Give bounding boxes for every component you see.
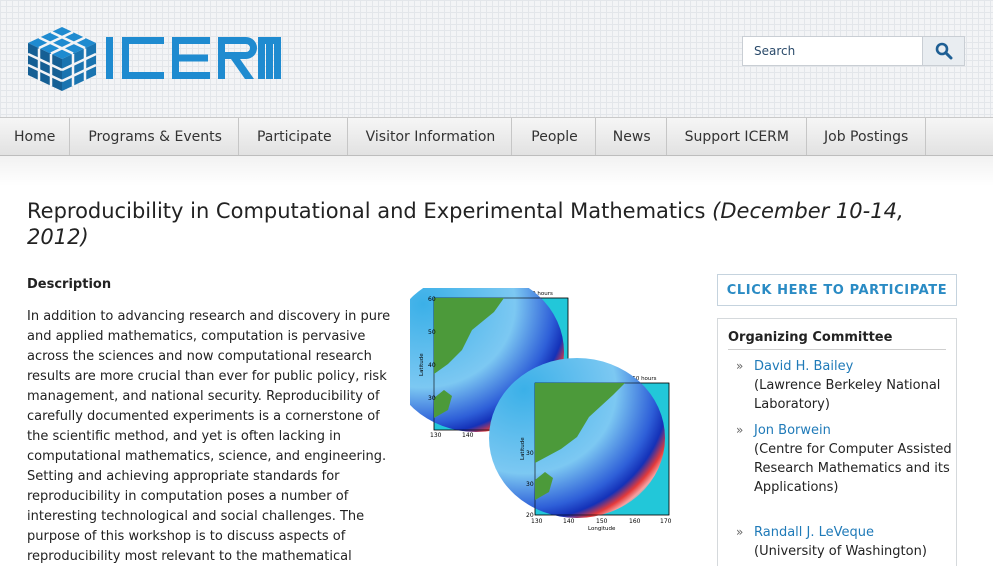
nav-item-visitor-information[interactable]: Visitor Information <box>348 118 513 155</box>
organizing-committee-panel: Organizing Committee » David H. Bailey (… <box>717 318 957 566</box>
committee-title: Organizing Committee <box>728 330 893 345</box>
chevron-right-icon: » <box>736 359 744 373</box>
search-input[interactable] <box>743 37 923 65</box>
plot-1-x-tick: 140 <box>462 432 474 439</box>
tsunami-figure: Tsunami of 11 March 2011, at 2.50 hours … <box>410 288 680 533</box>
plot-1-y-tick: 40 <box>428 362 436 369</box>
member-affiliation: (University of Washington) <box>754 544 927 559</box>
plot-2-x-tick: 160 <box>629 518 641 525</box>
plot-2-xlabel: Longitude <box>588 526 616 532</box>
member-name-link[interactable]: Jon Borwein <box>754 421 831 440</box>
plot-1-ylabel: Latitude <box>419 353 425 376</box>
plot-2-ylabel: Latitude <box>520 437 526 460</box>
plot-2-x-tick: 130 <box>531 518 543 525</box>
member-name-link[interactable]: David H. Bailey <box>754 357 853 376</box>
description-text: In addition to advancing research and di… <box>27 309 391 564</box>
member-affiliation: (Centre for Computer Assisted Research M… <box>754 442 952 495</box>
nav-item-people[interactable]: People <box>512 118 596 155</box>
description-heading: Description <box>27 277 112 292</box>
page-title: Reproducibility in Computational and Exp… <box>27 198 957 250</box>
chevron-right-icon: » <box>736 423 744 437</box>
chevron-right-icon: » <box>736 525 744 539</box>
nav-item-home[interactable]: Home <box>0 118 71 155</box>
member-affiliation: (Lawrence Berkeley National Laboratory) <box>754 378 941 412</box>
nav-item-support-icerm[interactable]: Support ICERM <box>667 118 807 155</box>
cube-logo-icon <box>27 27 97 91</box>
member-name-link[interactable]: Randall J. LeVeque <box>754 523 874 542</box>
page-title-text: Reproducibility in Computational and Exp… <box>27 199 706 223</box>
nav-item-programs-events[interactable]: Programs & Events <box>70 118 239 155</box>
tsunami-plot-2: of 11 March 2011, at 2.50 hours 30 30 20… <box>489 358 680 533</box>
plot-2-y-tick: 30 <box>526 481 534 488</box>
search-icon <box>935 42 952 60</box>
plot-1-x-tick: 130 <box>430 432 442 439</box>
nav-item-participate[interactable]: Participate <box>239 118 348 155</box>
search-button[interactable] <box>922 37 964 65</box>
plot-1-y-tick: 50 <box>428 329 436 336</box>
main-nav: Home Programs & Events Participate Visit… <box>0 117 993 156</box>
plot-1-y-tick: 30 <box>428 395 436 402</box>
nav-item-job-postings[interactable]: Job Postings <box>807 118 927 155</box>
participate-button[interactable]: CLICK HERE TO PARTICIPATE <box>717 274 957 306</box>
plot-2-x-tick: 170 <box>660 518 672 525</box>
nav-item-news[interactable]: News <box>596 118 667 155</box>
plot-2-x-tick: 140 <box>563 518 575 525</box>
plot-2-x-tick: 150 <box>596 518 608 525</box>
nav-shadow <box>0 156 993 186</box>
site-header <box>0 0 993 117</box>
plot-2-y-tick: 30 <box>526 450 534 457</box>
icerm-wordmark <box>106 37 257 79</box>
icerm-logo[interactable] <box>26 25 281 91</box>
search-box <box>742 36 965 66</box>
icerm-m-glyph <box>258 37 281 79</box>
plot-1-y-tick: 60 <box>428 296 436 303</box>
committee-divider <box>728 349 946 350</box>
